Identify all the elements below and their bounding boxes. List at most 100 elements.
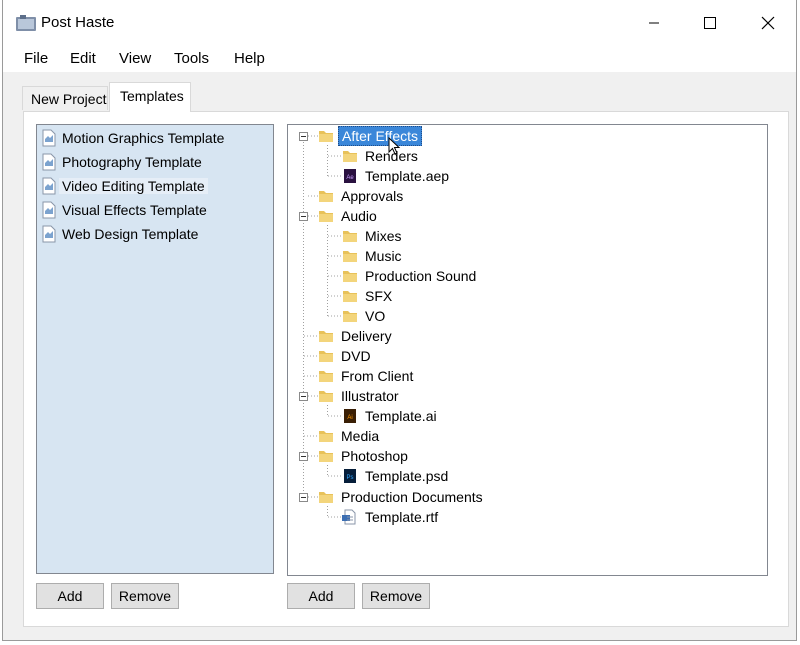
window-title: Post Haste: [41, 14, 115, 31]
tree-node-music[interactable]: Music: [342, 247, 405, 265]
folder-icon: [343, 271, 357, 282]
folder-icon: [343, 311, 357, 322]
tree-node-label: Delivery: [341, 328, 392, 344]
after-effects-file-icon: Ae: [344, 169, 356, 183]
tree-node-label: After Effects: [338, 126, 422, 146]
tab-new-project[interactable]: New Project: [22, 86, 108, 110]
template-item-label: Photography Template: [62, 154, 202, 170]
tree-node-label: Template.rtf: [365, 509, 439, 525]
template-item-label: Visual Effects Template: [62, 202, 207, 218]
tree-node-from-client[interactable]: From Client: [318, 367, 416, 385]
tab-templates[interactable]: Templates: [109, 82, 191, 112]
tree-node-photoshop[interactable]: Photoshop: [318, 447, 411, 465]
menu-bar: File Edit View Tools Help: [3, 46, 796, 72]
template-item[interactable]: Visual Effects Template: [41, 199, 210, 221]
close-button[interactable]: [740, 0, 796, 46]
tree-node-template-rtf[interactable]: Template.rtf: [342, 508, 441, 526]
folder-icon: [343, 291, 357, 302]
tree-node-template-ai[interactable]: Ai Template.ai: [342, 407, 440, 425]
folder-icon: [319, 431, 333, 442]
remove-template-button[interactable]: Remove: [111, 583, 179, 609]
tree-node-media[interactable]: Media: [318, 427, 382, 445]
menu-file[interactable]: File: [24, 50, 48, 67]
menu-view[interactable]: View: [119, 50, 151, 67]
folder-icon: [319, 351, 333, 362]
tree-node-after-effects[interactable]: After Effects: [318, 126, 422, 146]
tree-node-label: DVD: [341, 348, 371, 364]
template-item[interactable]: Motion Graphics Template: [41, 127, 227, 149]
tree-node-label: Template.ai: [365, 408, 437, 424]
tree-node-delivery[interactable]: Delivery: [318, 327, 395, 345]
folder-icon: [319, 211, 333, 222]
tree-node-label: Audio: [341, 208, 377, 224]
template-document-icon: [42, 153, 56, 171]
folder-icon: [319, 391, 333, 402]
tree-node-label: Illustrator: [341, 388, 399, 404]
tree-node-renders[interactable]: Renders: [342, 147, 421, 165]
tree-node-vo[interactable]: VO: [342, 307, 388, 325]
tree-node-label: From Client: [341, 368, 414, 384]
menu-edit[interactable]: Edit: [70, 50, 96, 67]
tree-node-label: Mixes: [365, 228, 402, 244]
folder-icon: [319, 191, 333, 202]
collapse-toggle-illustrator[interactable]: [299, 392, 308, 401]
tree-node-production-sound[interactable]: Production Sound: [342, 267, 479, 285]
collapse-toggle-photoshop[interactable]: [299, 452, 308, 461]
file-type-badge: Ps: [346, 475, 353, 481]
tree-node-label: Photoshop: [341, 448, 408, 464]
menu-help[interactable]: Help: [234, 50, 265, 67]
template-item-label: Video Editing Template: [59, 178, 208, 194]
remove-folder-button[interactable]: Remove: [362, 583, 430, 609]
maximize-icon: [704, 17, 716, 29]
tree-node-label: VO: [365, 308, 386, 324]
template-document-icon: [42, 177, 56, 195]
tree-node-template-aep[interactable]: Ae Template.aep: [342, 167, 452, 185]
template-item[interactable]: Photography Template: [41, 151, 205, 173]
tree-node-label: Media: [341, 428, 380, 444]
template-item[interactable]: Web Design Template: [41, 223, 201, 245]
tab-strip: New Project Templates: [3, 72, 796, 112]
folder-icon: [343, 231, 357, 242]
tree-node-approvals[interactable]: Approvals: [318, 187, 406, 205]
tree-node-template-psd[interactable]: Ps Template.psd: [342, 467, 451, 485]
template-document-icon: [42, 201, 56, 219]
title-bar[interactable]: Post Haste: [3, 0, 796, 46]
tree-node-label: Approvals: [341, 188, 404, 204]
tree-node-label: Production Sound: [365, 268, 477, 284]
collapse-toggle-audio[interactable]: [299, 212, 308, 221]
minimize-button[interactable]: [626, 0, 682, 46]
maximize-button[interactable]: [682, 0, 738, 46]
folder-icon: [319, 492, 333, 503]
rtf-document-icon: [342, 509, 356, 525]
template-list[interactable]: Motion Graphics Template Photography Tem…: [36, 124, 274, 574]
menu-tools[interactable]: Tools: [174, 50, 209, 67]
tree-node-label: SFX: [365, 288, 393, 304]
tree-node-illustrator[interactable]: Illustrator: [318, 387, 402, 405]
minimize-icon: [649, 22, 659, 24]
folder-icon: [319, 131, 333, 142]
close-icon: [761, 16, 775, 30]
tree-node-mixes[interactable]: Mixes: [342, 227, 405, 245]
folder-icon: [343, 251, 357, 262]
add-folder-button[interactable]: Add: [287, 583, 355, 609]
illustrator-file-icon: Ai: [344, 409, 356, 423]
app-icon: [16, 15, 36, 31]
tree-node-production-documents[interactable]: Production Documents: [318, 488, 486, 506]
tree-node-dvd[interactable]: DVD: [318, 347, 374, 365]
tree-node-label: Template.psd: [365, 468, 449, 484]
tree-node-audio[interactable]: Audio: [318, 207, 380, 225]
templates-panel: Motion Graphics Template Photography Tem…: [23, 111, 789, 627]
app-window: Post Haste File Edit View Tools Help New…: [2, 0, 797, 641]
folder-icon: [319, 371, 333, 382]
folder-icon: [319, 331, 333, 342]
tree-node-sfx[interactable]: SFX: [342, 287, 395, 305]
folder-tree[interactable]: After Effects Renders Ae Template.aep Ap…: [287, 124, 768, 576]
collapse-toggle-production-documents[interactable]: [299, 493, 308, 502]
template-item-selected[interactable]: Video Editing Template: [41, 175, 208, 197]
folder-icon: [343, 151, 357, 162]
tree-node-label: Template.aep: [365, 168, 450, 184]
tree-node-label: Production Documents: [341, 489, 483, 505]
collapse-toggle-after-effects[interactable]: [299, 132, 308, 141]
folder-icon: [319, 451, 333, 462]
add-template-button[interactable]: Add: [36, 583, 104, 609]
